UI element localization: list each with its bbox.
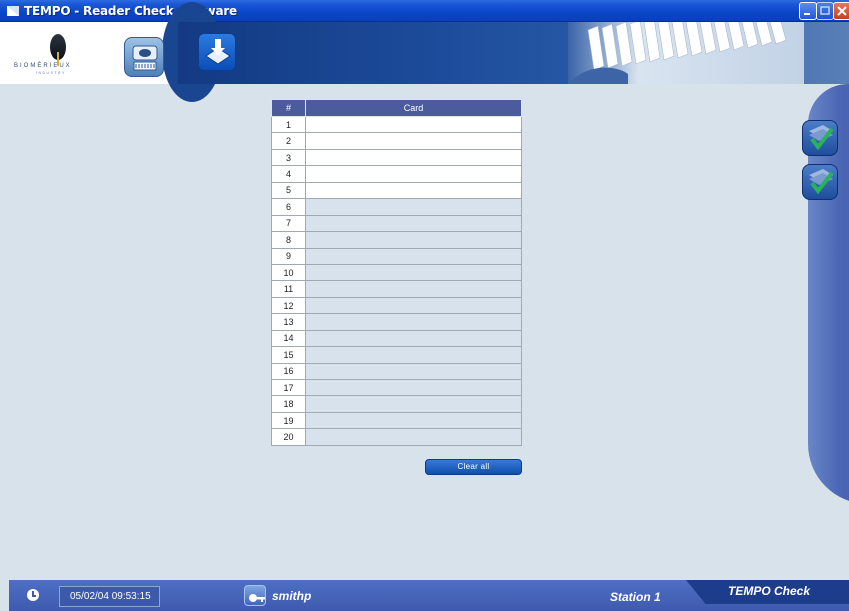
check-icon [809,169,834,195]
card-cell[interactable] [305,362,522,381]
card-cell[interactable] [305,148,522,167]
table-row[interactable]: 2 [271,132,522,150]
card-cell[interactable] [305,313,522,331]
row-number-cell: 3 [271,148,306,167]
card-cell[interactable] [305,115,522,134]
table-row[interactable]: 9 [271,247,522,265]
card-cell[interactable] [305,411,522,430]
table-row[interactable]: 8 [271,231,522,249]
download-icon [205,39,231,65]
card-cell[interactable] [305,198,522,216]
row-number-cell: 4 [271,165,306,183]
maximize-button[interactable] [816,2,834,20]
minimize-button[interactable] [799,2,817,20]
check-button-2[interactable] [802,164,838,200]
table-row[interactable]: 15 [271,346,522,364]
clear-all-button[interactable]: Clear all [425,459,522,475]
card-cell[interactable] [305,247,522,265]
reader-button[interactable] [124,37,164,77]
row-number-cell: 1 [271,115,306,134]
table-row[interactable]: 19 [271,411,522,430]
card-cell[interactable] [305,263,522,282]
table-row[interactable]: 17 [271,378,522,397]
username-label: smithp [272,589,312,603]
card-cell[interactable] [305,132,522,150]
table-row[interactable]: 11 [271,280,522,298]
row-number-cell: 15 [271,346,306,364]
row-number-cell: 10 [271,263,306,282]
column-header-number[interactable]: # [271,99,306,117]
table-row[interactable]: 14 [271,329,522,348]
column-header-card[interactable]: Card [305,99,522,117]
application-window: TEMPO - Reader Check Software BIOMÉRIEUX… [0,0,849,611]
table-row[interactable]: 4 [271,165,522,183]
cards-rack-image [568,22,804,84]
clock-icon [27,589,39,601]
table-row[interactable]: 5 [271,181,522,200]
row-number-cell: 16 [271,362,306,381]
check-icon [809,125,834,151]
datetime-display: 05/02/04 09:53:15 [59,586,160,607]
card-cell[interactable] [305,214,522,233]
table-row[interactable]: 18 [271,395,522,413]
table-row[interactable]: 3 [271,148,522,167]
row-number-cell: 9 [271,247,306,265]
user-key-icon[interactable] [244,585,266,606]
card-cell[interactable] [305,280,522,298]
row-number-cell: 13 [271,313,306,331]
logo-brand-text: BIOMÉRIEUX [14,63,72,69]
row-number-cell: 12 [271,296,306,315]
title-bar[interactable]: TEMPO - Reader Check Software [0,0,849,22]
table-row[interactable]: 12 [271,296,522,315]
station-label: Station 1 [610,590,661,604]
product-label: TEMPO Check [728,584,811,598]
row-number-cell: 5 [271,181,306,200]
row-number-cell: 17 [271,378,306,397]
card-cell[interactable] [305,395,522,413]
table-row[interactable]: 1 [271,115,522,134]
card-cell[interactable] [305,181,522,200]
card-cell[interactable] [305,378,522,397]
table-row[interactable]: 6 [271,198,522,216]
check-button-1[interactable] [802,120,838,156]
close-button[interactable] [833,2,849,20]
row-number-cell: 6 [271,198,306,216]
table-header-row: # Card [271,99,522,117]
row-number-cell: 14 [271,329,306,348]
row-number-cell: 2 [271,132,306,150]
download-button[interactable] [198,33,236,71]
reader-device-icon [132,45,158,71]
card-cell[interactable] [305,231,522,249]
row-number-cell: 20 [271,428,306,446]
table-row[interactable]: 10 [271,263,522,282]
row-number-cell: 11 [271,280,306,298]
company-logo: BIOMÉRIEUX INDUSTRY [14,34,94,78]
row-number-cell: 8 [271,231,306,249]
logo-sub-text: INDUSTRY [36,71,66,75]
card-cell[interactable] [305,165,522,183]
row-number-cell: 19 [271,411,306,430]
table-row[interactable]: 20 [271,428,522,446]
row-number-cell: 18 [271,395,306,413]
row-number-cell: 7 [271,214,306,233]
table-body: 1 2 3 4 5 6 7 8 9 10 11 12 13 14 15 16 17 18 19 20 [271,115,522,446]
card-table: # Card 1 2 3 4 5 6 7 8 9 10 11 12 13 14 15 16 17 18 19 20 [271,99,522,446]
card-cell[interactable] [305,346,522,364]
card-cell[interactable] [305,296,522,315]
card-cell[interactable] [305,329,522,348]
table-row[interactable]: 7 [271,214,522,233]
logo-mark-icon [50,34,66,66]
table-row[interactable]: 16 [271,362,522,381]
table-row[interactable]: 13 [271,313,522,331]
card-cell[interactable] [305,428,522,446]
tempo-app-icon [7,6,19,16]
